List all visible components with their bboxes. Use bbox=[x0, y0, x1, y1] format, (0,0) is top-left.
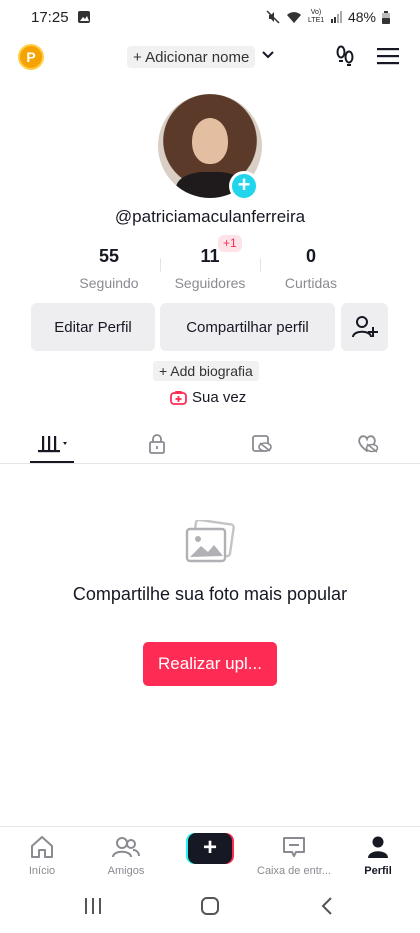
battery-percent: 48% bbox=[347, 9, 376, 25]
avatar-face bbox=[192, 118, 228, 164]
signal-icon bbox=[330, 11, 342, 23]
username: @patriciamaculanferreira bbox=[114, 207, 306, 226]
empty-state-title: Compartilhe sua foto mais popular bbox=[72, 584, 348, 604]
system-navigation-bar bbox=[0, 884, 420, 933]
tab-private[interactable] bbox=[137, 430, 177, 458]
footprint-icon[interactable] bbox=[334, 45, 356, 67]
nav-friends-label: Amigos bbox=[107, 865, 145, 877]
profile-icon bbox=[368, 836, 388, 858]
nav-profile[interactable]: Perfil bbox=[336, 833, 420, 877]
grid-icon bbox=[38, 436, 67, 453]
battery-icon bbox=[382, 10, 390, 24]
inbox-icon bbox=[283, 837, 305, 857]
recent-apps-icon[interactable] bbox=[84, 896, 102, 921]
bottom-navigation: Início Amigos + Caixa de entr... Perfil bbox=[0, 826, 420, 882]
status-bar: 17:25 Vo) LTE1 48% bbox=[0, 0, 420, 34]
your-turn-button[interactable]: Sua vez bbox=[170, 389, 246, 406]
wifi-icon bbox=[286, 11, 301, 23]
profile-tabs bbox=[0, 426, 420, 464]
menu-icon[interactable] bbox=[377, 47, 399, 65]
stat-following-value: 55 bbox=[98, 246, 120, 266]
nav-friends[interactable]: Amigos bbox=[84, 833, 168, 877]
friends-icon bbox=[112, 837, 140, 858]
add-bio-button[interactable]: + Add biografia bbox=[153, 361, 259, 381]
stat-followers-label: Seguidores bbox=[174, 275, 246, 291]
nav-home-label: Início bbox=[28, 865, 56, 877]
hidden-repost-icon bbox=[252, 435, 272, 452]
photo-placeholder-icon bbox=[185, 520, 235, 563]
profile-header: P + Adicionar nome bbox=[0, 40, 420, 74]
hidden-heart-icon bbox=[358, 435, 379, 453]
active-tab-indicator bbox=[30, 461, 74, 463]
status-time: 17:25 bbox=[31, 8, 69, 26]
chevron-down-icon[interactable] bbox=[262, 48, 274, 62]
back-icon[interactable] bbox=[320, 896, 334, 921]
story-add-icon bbox=[170, 391, 187, 405]
stat-likes-label: Curtidas bbox=[284, 275, 338, 291]
tab-hidden-reposts[interactable] bbox=[242, 430, 282, 458]
add-user-icon bbox=[351, 316, 378, 338]
gallery-notification-icon bbox=[77, 11, 90, 23]
create-icon: + bbox=[188, 833, 232, 864]
stat-following[interactable]: 55 Seguindo bbox=[59, 246, 159, 291]
network-label: Vo) LTE1 bbox=[307, 9, 325, 24]
nav-inbox-label: Caixa de entr... bbox=[257, 865, 331, 877]
nav-inbox[interactable]: Caixa de entr... bbox=[252, 833, 336, 877]
upload-button[interactable]: Realizar upl... bbox=[143, 642, 277, 686]
nav-home[interactable]: Início bbox=[0, 833, 84, 877]
coin-icon[interactable]: P bbox=[18, 44, 44, 70]
lock-icon bbox=[149, 434, 165, 454]
tab-videos-grid[interactable] bbox=[34, 430, 74, 458]
home-icon bbox=[31, 836, 53, 858]
add-friends-button[interactable] bbox=[341, 303, 388, 351]
nav-profile-label: Perfil bbox=[364, 865, 392, 877]
create-button[interactable]: + bbox=[186, 833, 234, 864]
edit-profile-button[interactable]: Editar Perfil bbox=[31, 303, 155, 351]
add-name-button[interactable]: + Adicionar nome bbox=[127, 46, 256, 68]
stat-likes[interactable]: 0 Curtidas bbox=[261, 246, 361, 291]
add-story-plus-icon[interactable]: + bbox=[229, 171, 259, 201]
home-system-icon[interactable] bbox=[200, 896, 220, 921]
stat-followers-value: 11 bbox=[200, 246, 220, 266]
mute-icon bbox=[266, 10, 280, 24]
stat-following-label: Seguindo bbox=[79, 275, 139, 291]
followers-delta-badge: +1 bbox=[218, 235, 242, 252]
stat-followers[interactable]: 11 Seguidores bbox=[160, 246, 260, 291]
tab-hidden-likes[interactable] bbox=[348, 430, 388, 458]
share-profile-button[interactable]: Compartilhar perfil bbox=[160, 303, 335, 351]
your-turn-label: Sua vez bbox=[192, 389, 247, 406]
stat-likes-value: 0 bbox=[305, 246, 316, 266]
